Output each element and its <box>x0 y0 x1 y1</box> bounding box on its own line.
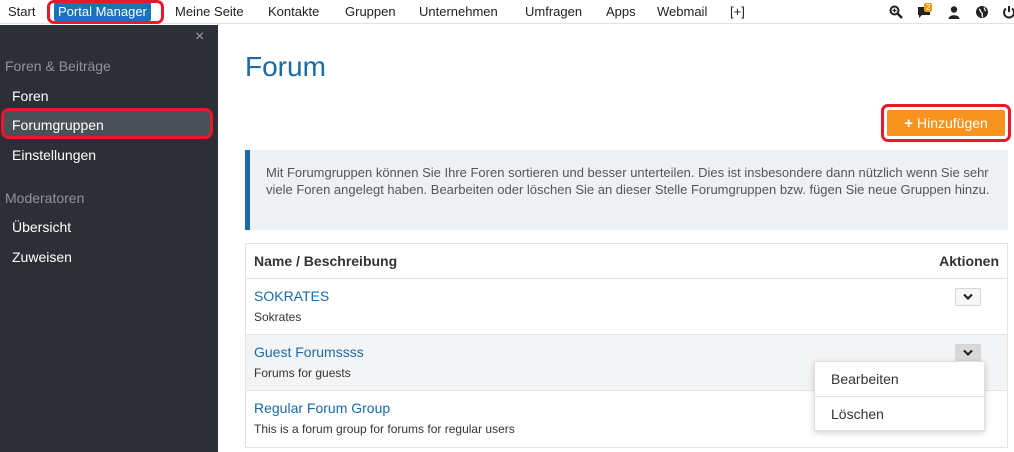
table-header: Name / Beschreibung Aktionen <box>246 244 1007 279</box>
nav-unternehmen[interactable]: Unternehmen <box>419 4 498 19</box>
nav-umfragen[interactable]: Umfragen <box>525 4 582 19</box>
nav-gruppen[interactable]: Gruppen <box>345 4 396 19</box>
add-button[interactable]: + Hinzufügen <box>887 110 1005 136</box>
sidebar-item-einstellungen[interactable]: Einstellungen <box>12 147 96 163</box>
nav-meine-seite[interactable]: Meine Seite <box>175 4 244 19</box>
chevron-down-icon <box>963 349 973 357</box>
top-navigation: Start Portal Manager Meine Seite Kontakt… <box>0 0 1014 24</box>
sidebar-section-moderatoren: Moderatoren <box>5 190 85 206</box>
info-box: Mit Forumgruppen können Sie Ihre Foren s… <box>245 150 1008 230</box>
actions-dropdown-menu: Bearbeiten Löschen <box>814 361 985 431</box>
column-header-actions: Aktionen <box>939 253 999 269</box>
row-name-link[interactable]: SOKRATES <box>254 288 329 304</box>
chat-icon[interactable]: 2 <box>915 3 933 21</box>
row-description: Sokrates <box>254 310 302 324</box>
menu-item-bearbeiten[interactable]: Bearbeiten <box>831 371 899 387</box>
nav-apps[interactable]: Apps <box>606 4 636 19</box>
user-icon[interactable] <box>945 3 963 21</box>
sidebar-close-icon[interactable]: × <box>195 28 204 46</box>
sidebar-item-foren[interactable]: Foren <box>12 88 49 104</box>
sidebar-section-foren: Foren & Beiträge <box>5 58 111 74</box>
chat-badge: 2 <box>924 3 933 12</box>
table-row: SOKRATES Sokrates <box>246 279 1007 335</box>
page-title: Forum <box>245 51 326 82</box>
nav-more[interactable]: [+] <box>730 4 745 19</box>
menu-item-loeschen[interactable]: Löschen <box>831 406 884 422</box>
row-actions-button[interactable] <box>955 344 981 362</box>
row-description: Forums for guests <box>254 366 351 380</box>
nav-start[interactable]: Start <box>8 4 35 19</box>
search-icon[interactable] <box>887 3 905 21</box>
sidebar-item-forumgruppen[interactable]: Forumgruppen <box>12 117 104 133</box>
sidebar-item-uebersicht[interactable]: Übersicht <box>12 219 71 235</box>
menu-divider <box>815 396 984 397</box>
sidebar: × Foren & Beiträge Foren Forumgruppen Ei… <box>0 25 218 452</box>
power-icon[interactable] <box>1000 3 1014 21</box>
sidebar-item-zuweisen[interactable]: Zuweisen <box>12 249 72 265</box>
info-text: Mit Forumgruppen können Sie Ihre Foren s… <box>266 165 990 197</box>
add-button-label: Hinzufügen <box>916 115 988 131</box>
plus-icon: + <box>904 114 913 132</box>
nav-webmail[interactable]: Webmail <box>657 4 707 19</box>
globe-icon[interactable] <box>973 3 991 21</box>
nav-portal-manager[interactable]: Portal Manager <box>54 2 151 21</box>
row-name-link[interactable]: Regular Forum Group <box>254 400 390 416</box>
row-name-link[interactable]: Guest Forumssss <box>254 344 364 360</box>
chevron-down-icon <box>963 293 973 301</box>
row-actions-button[interactable] <box>955 288 981 306</box>
column-header-name: Name / Beschreibung <box>254 253 398 269</box>
row-description: This is a forum group for forums for reg… <box>254 422 515 436</box>
nav-kontakte[interactable]: Kontakte <box>268 4 319 19</box>
